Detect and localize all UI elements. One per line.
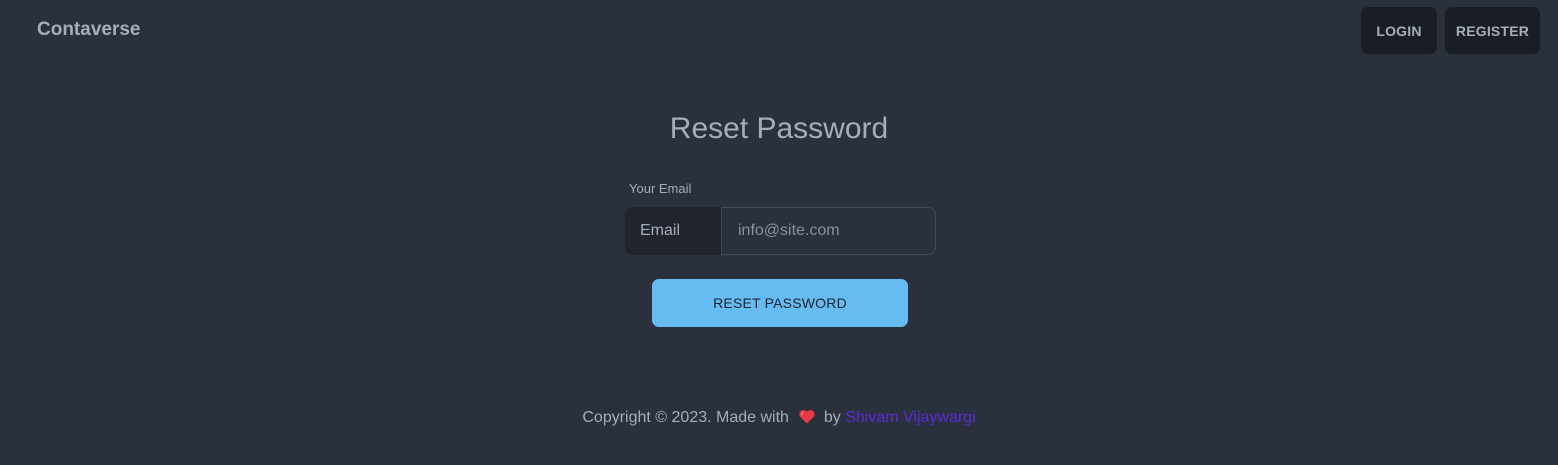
login-button[interactable]: LOGIN (1361, 7, 1437, 54)
navbar: Contaverse LOGIN REGISTER (0, 0, 1558, 62)
heart-icon (799, 409, 816, 429)
footer: Copyright © 2023. Made with by Shivam Vi… (0, 409, 1558, 429)
copyright-text: Copyright © 2023. Made with (582, 409, 789, 426)
reset-password-button[interactable]: RESET PASSWORD (652, 279, 908, 327)
author-link[interactable]: Shivam Vijaywargi (845, 409, 975, 426)
register-button[interactable]: REGISTER (1445, 7, 1540, 54)
email-input[interactable] (721, 207, 936, 255)
footer-by-text: by (823, 409, 841, 426)
email-label: Your Email (629, 181, 692, 196)
brand-logo-link[interactable]: Contaverse (37, 19, 141, 41)
email-input-group: Email (625, 207, 936, 255)
email-addon: Email (625, 207, 721, 255)
page-title: Reset Password (669, 112, 889, 145)
